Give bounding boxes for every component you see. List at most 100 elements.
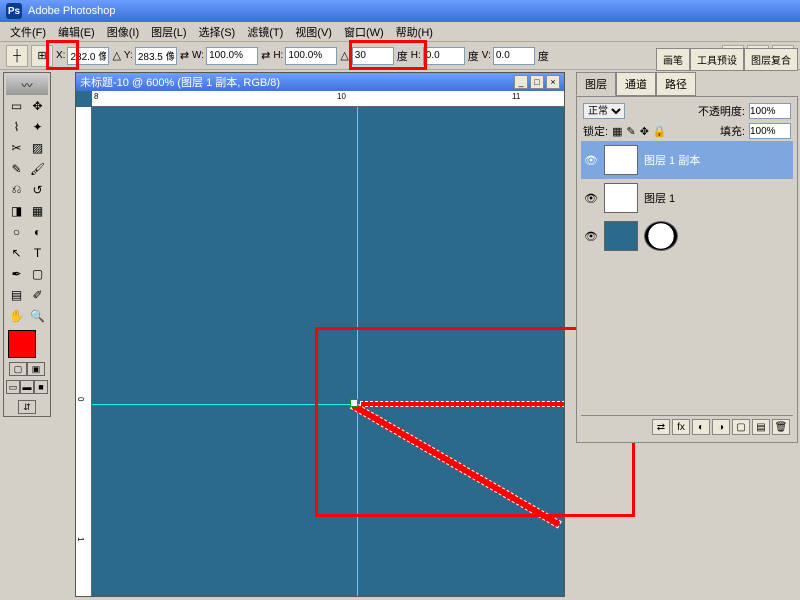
brush-tool[interactable]: 🖌 <box>27 158 48 179</box>
y-input[interactable] <box>135 47 177 65</box>
skew-h-input[interactable] <box>423 47 465 65</box>
history-tool[interactable]: ↺ <box>27 179 48 200</box>
hand-tool[interactable]: ✋ <box>6 305 27 326</box>
doc-close-button[interactable]: × <box>546 75 560 89</box>
wand-tool[interactable]: ✦ <box>27 116 48 137</box>
h-input[interactable] <box>285 47 337 65</box>
screen-full[interactable]: ■ <box>34 380 48 394</box>
tab-tool-preset[interactable]: 工具预设 <box>690 48 744 71</box>
delta-icon: △ <box>112 49 120 62</box>
eraser-tool[interactable]: ◨ <box>6 200 27 221</box>
lock-trans-icon[interactable]: ▦ <box>612 125 622 138</box>
move-tool[interactable]: ✥ <box>27 95 48 116</box>
shape-tool[interactable]: ▢ <box>27 263 48 284</box>
dodge-tool[interactable]: ◐ <box>27 221 48 242</box>
foreground-color[interactable] <box>8 330 36 358</box>
link2-icon[interactable]: ⇄ <box>261 49 270 62</box>
layer-thumb-1 <box>604 183 638 213</box>
mask-button[interactable]: ◐ <box>692 419 710 435</box>
layer-row-1[interactable]: 👁 图层 1 <box>581 179 793 217</box>
document-title: 未标题-10 @ 600% (图层 1 副本, RGB/8) <box>80 74 280 90</box>
screen-full-menu[interactable]: ▬ <box>20 380 34 394</box>
menu-filter[interactable]: 滤镜(T) <box>241 22 289 42</box>
type-tool[interactable]: T <box>27 242 48 263</box>
w-label: W: <box>192 50 204 61</box>
visibility-icon[interactable]: 👁 <box>584 191 598 205</box>
marquee-tool[interactable]: ▭ <box>6 95 27 116</box>
ruler-v-1: 1 <box>76 537 85 541</box>
folder-button[interactable]: ▢ <box>732 419 750 435</box>
slice-tool[interactable]: ▨ <box>27 137 48 158</box>
lock-paint-icon[interactable]: ✎ <box>626 125 635 138</box>
layer-row-2[interactable]: 👁 <box>581 217 793 255</box>
visibility-icon[interactable]: 👁 <box>584 229 598 243</box>
app-logo-icon: Ps <box>6 3 22 19</box>
delete-layer-button[interactable]: 🗑 <box>772 419 790 435</box>
tab-channels[interactable]: 通道 <box>616 72 656 96</box>
layer-row-0[interactable]: 👁 图层 1 副本 <box>581 141 793 179</box>
doc-max-button[interactable]: □ <box>530 75 544 89</box>
visibility-icon[interactable]: 👁 <box>584 153 598 167</box>
fill-label: 填充: <box>720 123 745 139</box>
preset-tabs: 画笔 工具预设 图层复合 <box>656 48 798 71</box>
link-layer-button[interactable]: ⇄ <box>652 419 670 435</box>
crop-tool[interactable]: ✂ <box>6 137 27 158</box>
toolbox: 〰 ▭✥ ⌇✦ ✂▨ ✎🖌 ⎌↺ ◨▦ ○◐ ↖T ✒▢ ▤✐ ✋🔍 ▢▣ ▭▬… <box>3 72 51 417</box>
toolbox-feather-icon: 〰 <box>6 75 48 95</box>
path-tool[interactable]: ↖ <box>6 242 27 263</box>
notes-tool[interactable]: ▤ <box>6 284 27 305</box>
lock-move-icon[interactable]: ✥ <box>640 125 649 138</box>
tab-paths[interactable]: 路径 <box>656 72 696 96</box>
new-layer-button[interactable]: ▤ <box>752 419 770 435</box>
blend-mode-select[interactable]: 正常 <box>583 103 625 119</box>
jump-imageready[interactable]: ⇵ <box>18 400 36 414</box>
menu-edit[interactable]: 编辑(E) <box>52 22 101 42</box>
titlebar: Ps Adobe Photoshop <box>0 0 800 22</box>
menu-file[interactable]: 文件(F) <box>4 22 52 42</box>
menubar: 文件(F) 编辑(E) 图像(I) 图层(L) 选择(S) 滤镜(T) 视图(V… <box>0 22 800 42</box>
stamp-tool[interactable]: ⎌ <box>6 179 27 200</box>
lock-label: 锁定: <box>583 123 608 139</box>
fill-input[interactable] <box>749 123 791 139</box>
app-title: Adobe Photoshop <box>28 5 115 17</box>
skew-v-label: V: <box>482 50 491 61</box>
lasso-tool[interactable]: ⌇ <box>6 116 27 137</box>
layer-thumb-2 <box>604 221 638 251</box>
opacity-input[interactable] <box>749 103 791 119</box>
quickmask-on[interactable]: ▣ <box>27 362 45 376</box>
lock-all-icon[interactable]: 🔒 <box>653 125 667 138</box>
annotation-box-2 <box>349 40 427 70</box>
tab-brush[interactable]: 画笔 <box>656 48 690 71</box>
ruler-h-10: 10 <box>337 92 346 101</box>
fx-button[interactable]: fx <box>672 419 690 435</box>
layer-thumb-0 <box>604 145 638 175</box>
menu-view[interactable]: 视图(V) <box>289 22 338 42</box>
zoom-tool[interactable]: 🔍 <box>27 305 48 326</box>
gradient-tool[interactable]: ▦ <box>27 200 48 221</box>
quickmask-off[interactable]: ▢ <box>9 362 27 376</box>
pen-tool[interactable]: ✒ <box>6 263 27 284</box>
heal-tool[interactable]: ✎ <box>6 158 27 179</box>
link-icon[interactable]: ⇄ <box>180 49 189 62</box>
layer-name-1: 图层 1 <box>644 190 675 206</box>
annotation-box-1 <box>46 40 79 70</box>
opacity-label: 不透明度: <box>698 103 745 119</box>
eyedropper-tool[interactable]: ✐ <box>27 284 48 305</box>
menu-window[interactable]: 窗口(W) <box>338 22 390 42</box>
menu-image[interactable]: 图像(I) <box>101 22 145 42</box>
adjustment-button[interactable]: ◑ <box>712 419 730 435</box>
menu-help[interactable]: 帮助(H) <box>390 22 439 42</box>
w-input[interactable] <box>206 47 258 65</box>
tab-layers[interactable]: 图层 <box>576 72 616 96</box>
menu-select[interactable]: 选择(S) <box>193 22 242 42</box>
doc-min-button[interactable]: _ <box>514 75 528 89</box>
blur-tool[interactable]: ○ <box>6 221 27 242</box>
layer-name-0: 图层 1 副本 <box>644 152 700 168</box>
h-label: H: <box>273 50 283 61</box>
transform-ref-icon[interactable]: ┼ <box>6 45 28 67</box>
screen-standard[interactable]: ▭ <box>6 380 20 394</box>
skew-v-input[interactable] <box>493 47 535 65</box>
layers-panel: 图层 通道 路径 正常 不透明度: 锁定: ▦ ✎ ✥ 🔒 填充: 👁 图层 1… <box>576 72 798 443</box>
menu-layer[interactable]: 图层(L) <box>145 22 192 42</box>
tab-layer-comp[interactable]: 图层复合 <box>744 48 798 71</box>
